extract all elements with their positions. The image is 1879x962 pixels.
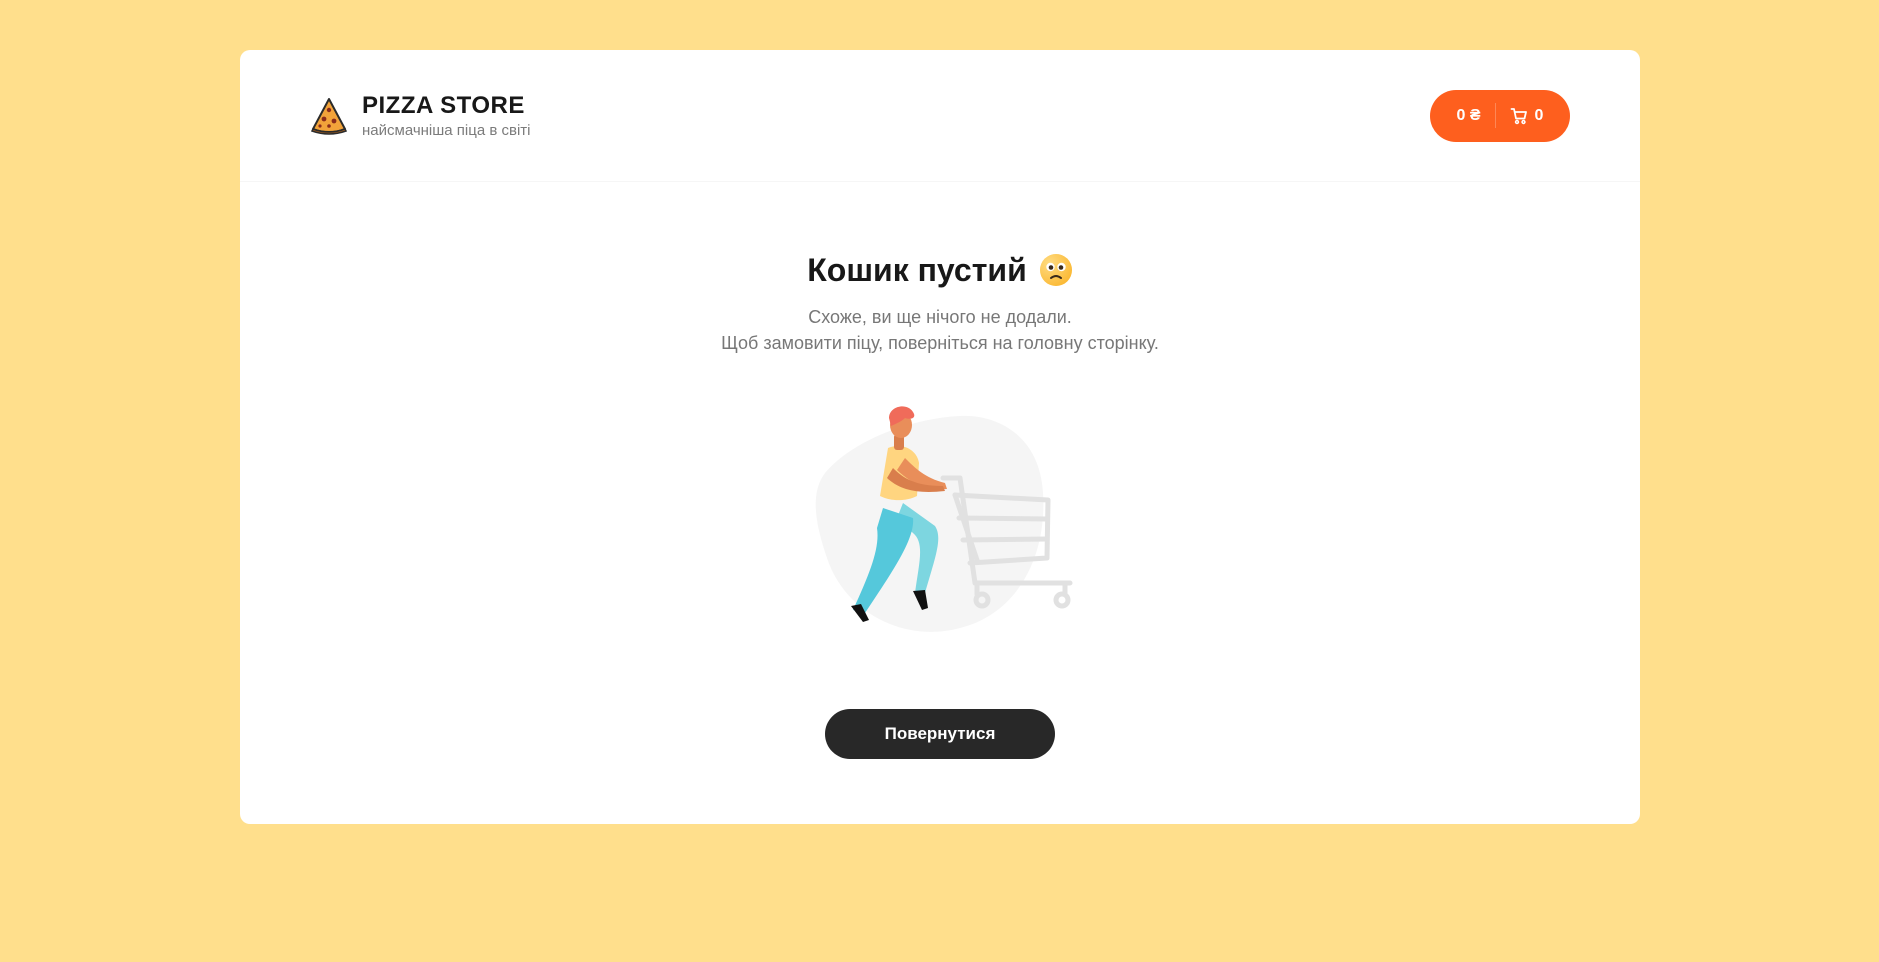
cart-total-price: 0 ₴ [1456, 106, 1481, 124]
person-pushing-empty-cart-illustration [785, 398, 1095, 653]
empty-cart-section: Кошик пустий Схоже, ви ще нічого не дода… [240, 182, 1640, 759]
page-container: PIZZA STORE найсмачніша піца в світі 0 ₴… [240, 50, 1640, 824]
shopping-cart-icon [1510, 107, 1527, 124]
cart-button-divider [1494, 103, 1496, 128]
logo-link[interactable]: PIZZA STORE найсмачніша піца в світі [308, 92, 531, 140]
pizza-slice-icon [308, 94, 350, 136]
confused-face-icon [1039, 253, 1073, 287]
brand-tagline: найсмачніша піца в світі [362, 122, 531, 140]
empty-cart-title-text: Кошик пустий [807, 251, 1027, 288]
header: PIZZA STORE найсмачніша піца в світі 0 ₴… [240, 50, 1640, 182]
cart-item-count: 0 [1534, 106, 1544, 124]
brand-name: PIZZA STORE [362, 91, 525, 119]
go-back-button[interactable]: Повернутися [825, 709, 1055, 759]
logo-text: PIZZA STORE найсмачніша піца в світі [362, 92, 531, 140]
cart-button[interactable]: 0 ₴ 0 [1430, 89, 1570, 142]
empty-cart-title: Кошик пустий [807, 250, 1072, 290]
empty-cart-message-line2: Щоб замовити піцу, поверніться на головн… [721, 333, 1159, 353]
empty-cart-message: Схоже, ви ще нічого не додали. Щоб замов… [721, 304, 1159, 356]
cart-count-group: 0 [1510, 106, 1544, 125]
empty-cart-message-line1: Схоже, ви ще нічого не додали. [808, 307, 1072, 327]
